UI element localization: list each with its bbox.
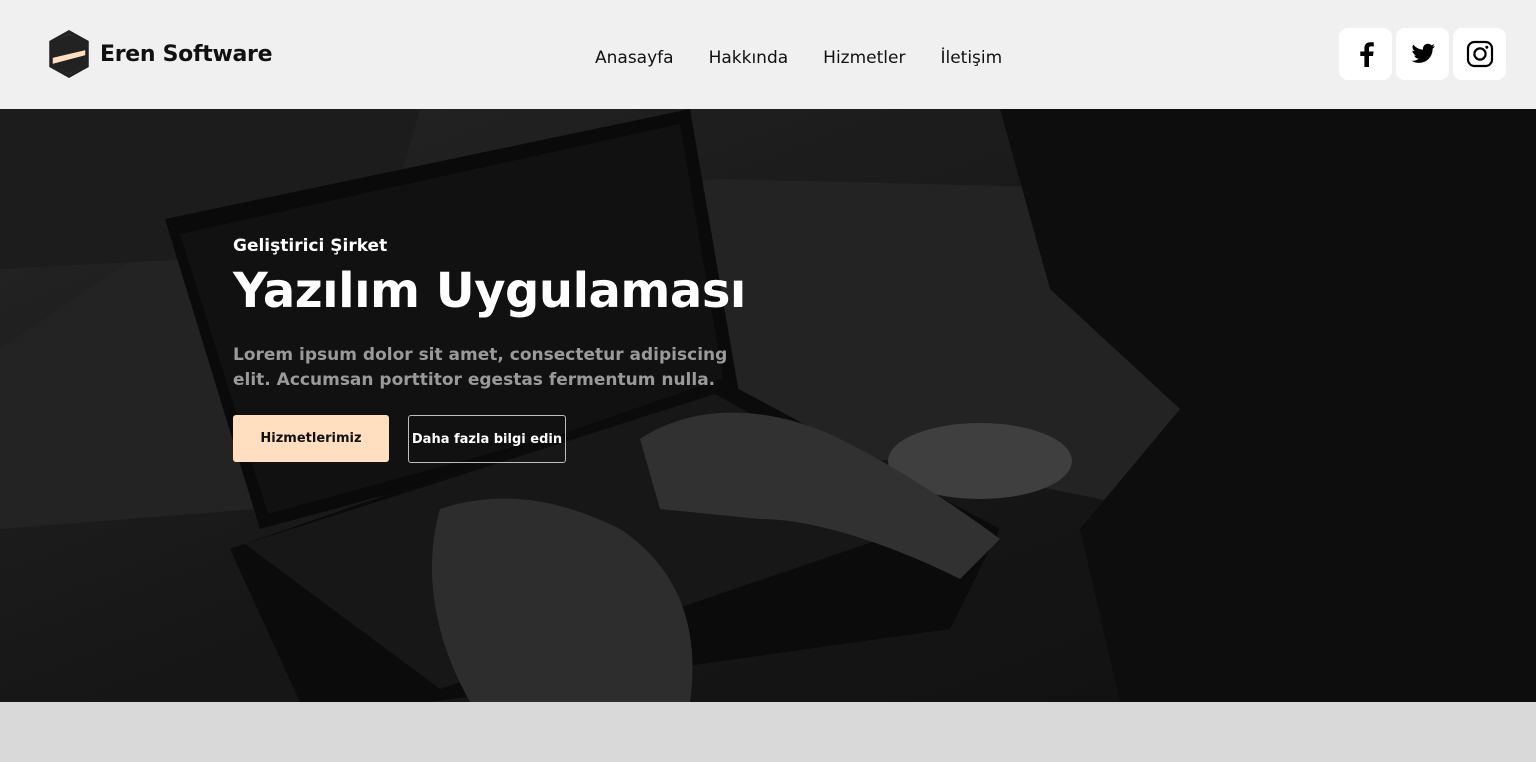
facebook-icon: [1359, 42, 1374, 67]
instagram-button[interactable]: [1453, 28, 1506, 80]
twitter-button[interactable]: [1396, 28, 1449, 80]
brand-logo-link[interactable]: Eren Software: [48, 30, 273, 78]
nav-item-iletisim[interactable]: İletişim: [940, 46, 1002, 70]
social-links: [1339, 28, 1506, 80]
nav-item-anasayfa[interactable]: Anasayfa: [595, 46, 674, 70]
hero-description: Lorem ipsum dolor sit amet, consectetur …: [233, 345, 728, 390]
nav-item-hakkinda[interactable]: Hakkında: [709, 46, 789, 70]
facebook-button[interactable]: [1339, 28, 1392, 80]
instagram-icon: [1466, 40, 1493, 68]
hero-eyebrow: Geliştirici Şirket: [233, 236, 388, 256]
hexagon-s-logo-icon: [49, 30, 89, 78]
nav-item-hizmetler[interactable]: Hizmetler: [823, 46, 905, 70]
brand-name: Eren Software: [100, 41, 273, 67]
main-nav: Anasayfa Hakkında Hizmetler İletişim: [595, 46, 1002, 70]
learn-more-button[interactable]: Daha fazla bilgi edin: [408, 415, 566, 463]
services-button[interactable]: Hizmetlerimiz: [233, 415, 389, 462]
hero-title: Yazılım Uygulaması: [233, 263, 746, 319]
site-header: Eren Software Anasayfa Hakkında Hizmetle…: [0, 0, 1536, 109]
hero-actions: Hizmetlerimiz Daha fazla bilgi edin: [233, 415, 793, 463]
next-section: [0, 702, 1536, 762]
twitter-icon: [1411, 43, 1435, 63]
hero-section: Geliştirici Şirket Yazılım Uygulaması Lo…: [0, 109, 1536, 702]
hero-content: Geliştirici Şirket Yazılım Uygulaması Lo…: [233, 235, 793, 463]
